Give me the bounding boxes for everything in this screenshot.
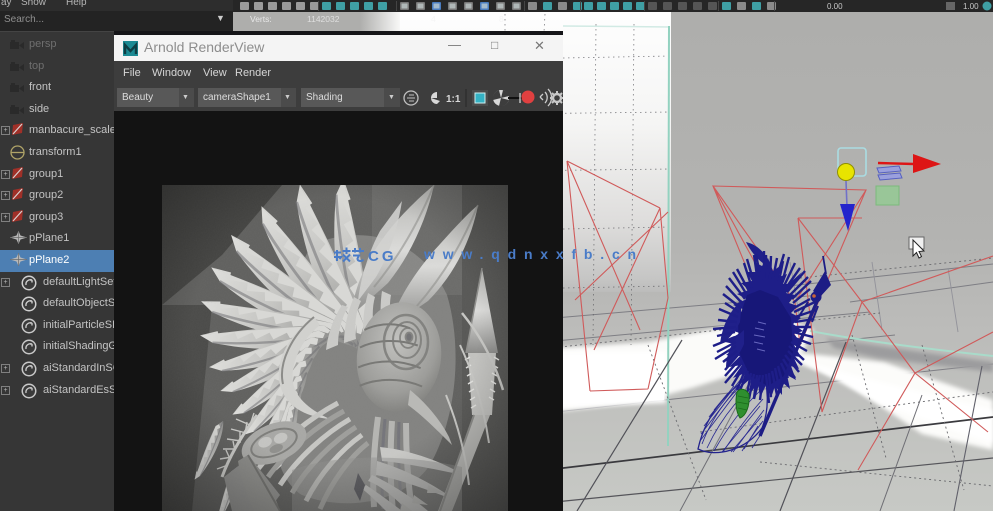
svg-text:4: 4 [431,14,436,24]
svg-text:0.00: 0.00 [827,2,843,11]
svg-text:1.00: 1.00 [963,2,979,11]
svg-text:CG: CG [368,248,397,264]
svg-text:1:1: 1:1 [446,94,461,105]
svg-text:1142032: 1142032 [307,14,340,24]
svg-text:8: 8 [499,14,504,24]
svg-text:Verts:: Verts: [250,14,272,24]
